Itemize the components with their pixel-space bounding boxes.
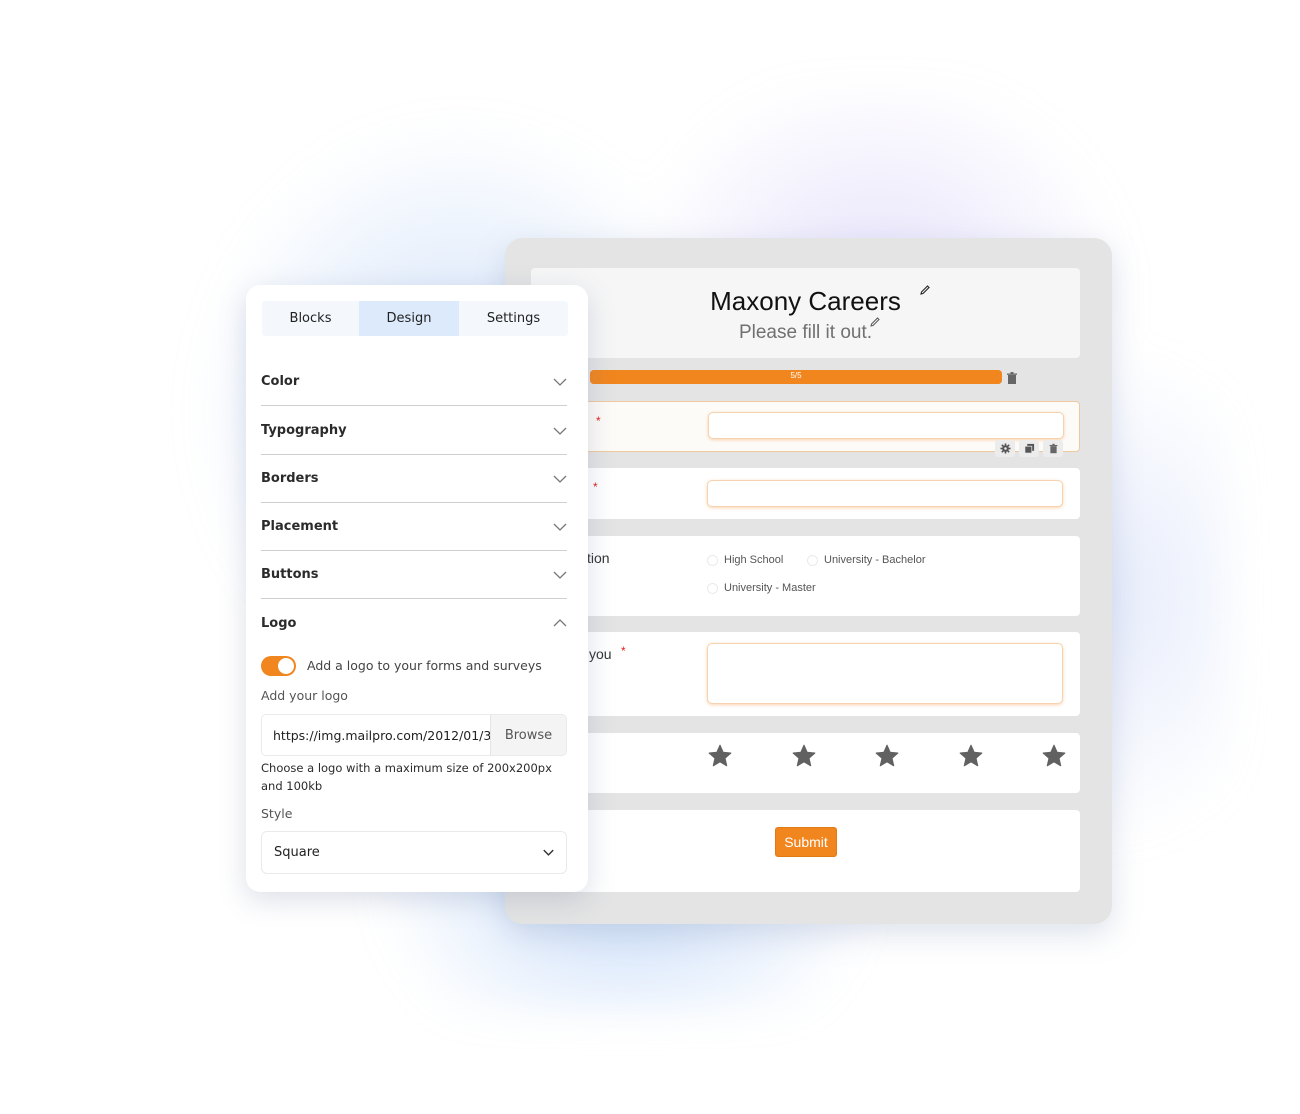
form-field-education-radio[interactable]: tion High School University - Bachelor U… [531, 536, 1080, 616]
chevron-down-icon [553, 427, 567, 435]
required-marker: * [621, 644, 626, 658]
section-buttons[interactable]: Buttons [261, 551, 567, 599]
section-logo[interactable]: Logo [261, 599, 567, 647]
form-subtitle[interactable]: Please fill it out. [531, 322, 1080, 344]
star-icon[interactable] [791, 743, 817, 769]
field-label: you [589, 646, 612, 662]
progress-text: 5/5 [790, 371, 802, 380]
radio-button[interactable] [807, 554, 818, 566]
chevron-down-icon [553, 571, 567, 579]
logo-hint: Choose a logo with a maximum size of 200… [261, 761, 552, 793]
progress-bar: 5/5 [590, 370, 1002, 384]
edit-subtitle-pencil-icon[interactable] [869, 316, 881, 328]
section-color[interactable]: Color [261, 358, 567, 406]
radio-option-high-school[interactable]: High School [707, 554, 783, 566]
delete-progress-trash-icon[interactable] [1005, 371, 1019, 385]
radio-option-university-bachelor[interactable]: University - Bachelor [807, 554, 925, 566]
section-typography[interactable]: Typography [261, 407, 567, 455]
logo-url-group: Browse [261, 714, 567, 756]
form-field-rating[interactable] [531, 733, 1080, 793]
style-select-value: Square [274, 845, 320, 860]
tab-design[interactable]: Design [359, 301, 459, 336]
form-field-text-2[interactable]: * [531, 468, 1080, 519]
edit-title-pencil-icon[interactable] [919, 284, 931, 296]
design-panel: Blocks Design Settings Color Typography … [246, 285, 588, 892]
copy-icon [1024, 443, 1034, 454]
chevron-down-icon [553, 523, 567, 531]
chevron-down-icon [553, 378, 567, 386]
textarea-input[interactable] [707, 643, 1063, 704]
star-icon[interactable] [874, 743, 900, 769]
form-field-textarea[interactable]: you * [531, 632, 1080, 716]
field-label: tion [587, 550, 610, 566]
star-icon[interactable] [707, 743, 733, 769]
field-actions [995, 440, 1063, 457]
section-placement[interactable]: Placement [261, 503, 567, 551]
style-label: Style [261, 806, 293, 821]
browse-button[interactable]: Browse [490, 715, 566, 755]
radio-button[interactable] [707, 554, 718, 566]
chevron-up-icon [553, 619, 567, 627]
form-title[interactable]: Maxony Careers [531, 286, 1080, 317]
tab-blocks[interactable]: Blocks [262, 301, 359, 336]
logo-toggle-label: Add a logo to your forms and surveys [307, 658, 542, 673]
radio-option-university-master[interactable]: University - Master [707, 582, 816, 594]
form-header[interactable]: Maxony Careers Please fill it out. [531, 268, 1080, 358]
tab-settings[interactable]: Settings [459, 301, 568, 336]
logo-toggle[interactable] [261, 656, 296, 676]
text-input-1[interactable] [708, 412, 1064, 439]
style-select[interactable]: Square [261, 831, 567, 874]
chevron-down-icon [553, 475, 567, 483]
delete-field-button[interactable] [1043, 440, 1063, 457]
logo-url-input[interactable] [262, 715, 490, 755]
add-logo-label: Add your logo [261, 688, 348, 703]
chevron-down-icon [543, 849, 554, 856]
form-preview: Maxony Careers Please fill it out. 5/5 * [505, 238, 1112, 924]
panel-tabs: Blocks Design Settings [262, 301, 568, 336]
field-settings-button[interactable] [995, 440, 1015, 457]
star-icon[interactable] [958, 743, 984, 769]
gear-icon [999, 443, 1011, 454]
submit-button[interactable]: Submit [775, 827, 837, 857]
submit-block: Submit [531, 810, 1080, 892]
form-field-text-1[interactable]: * [531, 401, 1080, 457]
trash-icon [1049, 443, 1057, 454]
required-marker: * [596, 414, 601, 428]
star-rating[interactable] [707, 743, 1077, 769]
required-marker: * [593, 480, 598, 494]
section-borders[interactable]: Borders [261, 455, 567, 503]
toggle-knob [278, 658, 294, 674]
text-input-2[interactable] [707, 480, 1063, 507]
duplicate-field-button[interactable] [1019, 440, 1039, 457]
star-icon[interactable] [1041, 743, 1067, 769]
radio-button[interactable] [707, 582, 718, 594]
